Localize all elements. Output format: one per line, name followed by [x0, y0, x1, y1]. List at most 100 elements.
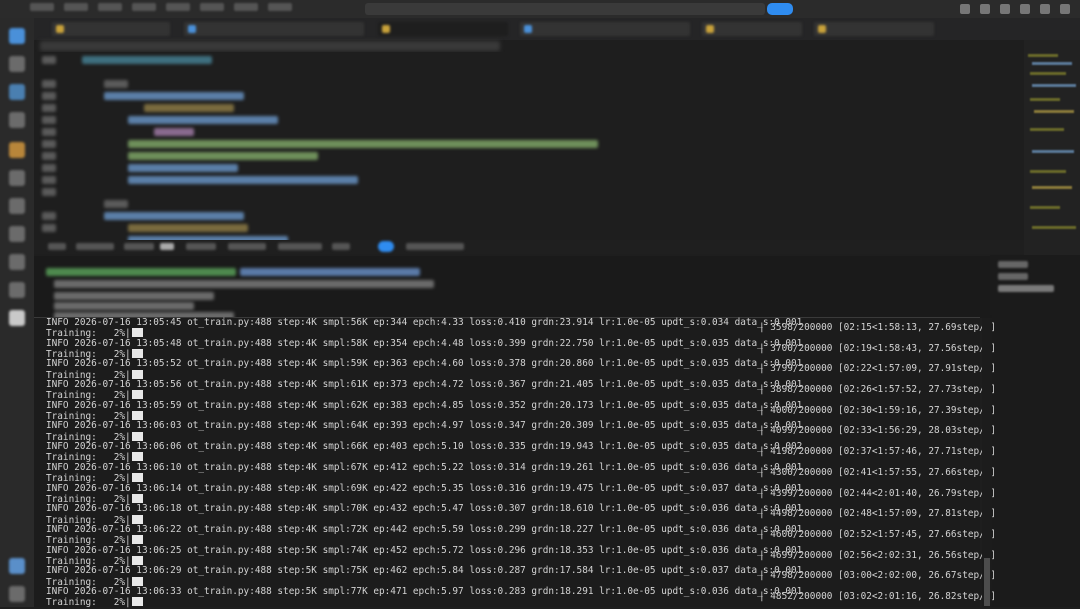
- right-gutter: [992, 315, 1080, 607]
- close-icon[interactable]: [1060, 4, 1070, 14]
- minimap[interactable]: [1024, 40, 1080, 255]
- progress-stats: | 3898/200000 [02:26<1:57:52, 27.73step/…: [759, 384, 997, 396]
- terminal-icon[interactable]: [9, 254, 25, 270]
- log-text: INFO 2026-07-16 13:06:03 ot_train.py:488…: [46, 420, 803, 432]
- menu-item[interactable]: [64, 3, 88, 11]
- progress-stats: | 3598/200000 [02:15<1:58:13, 27.69step/…: [759, 322, 997, 333]
- progress-bar-block: [131, 514, 143, 524]
- log-text: INFO 2026-07-16 13:06:29 ot_train.py:488…: [46, 565, 803, 577]
- log-text: INFO 2026-07-16 13:05:59 ot_train.py:488…: [46, 399, 803, 411]
- grid-icon[interactable]: [9, 282, 25, 298]
- tab-output[interactable]: [76, 243, 114, 250]
- progress-bar-block: [131, 493, 143, 503]
- docker-icon[interactable]: [9, 226, 25, 242]
- log-text: INFO 2026-07-16 13:05:56 ot_train.py:488…: [46, 379, 803, 391]
- testing-icon[interactable]: [9, 198, 25, 214]
- menu-item[interactable]: [30, 3, 54, 11]
- progress-bar-block: [131, 597, 143, 607]
- progress-bar-block: [131, 452, 143, 462]
- progress-bar-block: [131, 411, 143, 421]
- editor-tab[interactable]: [520, 22, 690, 36]
- terminal-list-item-active[interactable]: [998, 285, 1054, 292]
- tab-badge[interactable]: [378, 241, 394, 252]
- source-control-icon[interactable]: [9, 84, 25, 100]
- editor-tab-active[interactable]: [378, 22, 508, 36]
- layout-icon[interactable]: [1000, 4, 1010, 14]
- progress-column: | 3598/200000 [02:15<1:58:13, 27.69step/…: [759, 318, 997, 608]
- log-text: INFO 2026-07-16 13:05:45 ot_train.py:488…: [46, 317, 803, 328]
- breadcrumb[interactable]: [40, 41, 500, 51]
- terminal-scrollbar[interactable]: [982, 318, 992, 607]
- run-debug-icon[interactable]: [9, 112, 25, 128]
- window-controls: [960, 4, 1070, 14]
- log-text: INFO 2026-07-16 13:06:22 ot_train.py:488…: [46, 523, 803, 535]
- editor-tab[interactable]: [52, 22, 170, 36]
- menu-item[interactable]: [268, 3, 292, 11]
- command-search-box[interactable]: [365, 3, 793, 15]
- account-icon[interactable]: [9, 558, 25, 574]
- progress-bar-block: [131, 576, 143, 586]
- progress-bar-block: [131, 555, 143, 565]
- tab-extra[interactable]: [406, 243, 464, 250]
- tab-gitlens[interactable]: [228, 243, 266, 250]
- menu-item[interactable]: [166, 3, 190, 11]
- log-text: INFO 2026-07-16 13:06:06 ot_train.py:488…: [46, 441, 803, 453]
- account-badge[interactable]: [767, 3, 793, 15]
- panel-tab-bar: [34, 240, 1024, 254]
- remote-icon[interactable]: [9, 170, 25, 186]
- progress-stats: | 4099/200000 [02:33<1:56:29, 28.03step/…: [759, 425, 997, 437]
- tab-terminal[interactable]: [160, 243, 174, 250]
- progress-stats: | 4699/200000 [02:56<2:02:31, 26.56step/…: [759, 549, 997, 561]
- progress-stats: | 4198/200000 [02:37<1:57:46, 27.71step/…: [759, 446, 997, 458]
- explorer-icon[interactable]: [9, 28, 25, 44]
- shell-prompt-area[interactable]: [34, 256, 1024, 320]
- editor-tab-bar: [34, 18, 1080, 40]
- tab-debug[interactable]: [124, 243, 154, 250]
- tab-extra[interactable]: [332, 243, 350, 250]
- minimize-icon[interactable]: [1020, 4, 1030, 14]
- editor-tab[interactable]: [702, 22, 802, 36]
- title-bar: [0, 0, 1080, 18]
- progress-stats: | 3799/200000 [02:22<1:57:09, 27.91step/…: [759, 363, 997, 375]
- progress-stats: | 4798/200000 [03:00<2:02:00, 26.67step/…: [759, 570, 997, 582]
- maximize-icon[interactable]: [1040, 4, 1050, 14]
- log-text: INFO 2026-07-16 13:06:25 ot_train.py:488…: [46, 544, 803, 556]
- code-editor[interactable]: [34, 52, 1024, 244]
- layout-icon[interactable]: [960, 4, 970, 14]
- progress-bar-block: [131, 328, 143, 338]
- terminal-list-item[interactable]: [998, 273, 1028, 280]
- scrollbar-thumb[interactable]: [984, 558, 990, 606]
- log-text: INFO 2026-07-16 13:06:14 ot_train.py:488…: [46, 482, 803, 494]
- terminal-list: [990, 255, 1080, 315]
- activity-bar: [0, 18, 34, 607]
- search-icon[interactable]: [9, 56, 25, 72]
- python-icon[interactable]: [9, 310, 25, 326]
- progress-bar-block: [131, 535, 143, 545]
- log-text: INFO 2026-07-16 13:05:48 ot_train.py:488…: [46, 337, 803, 349]
- progress-stats: | 4399/200000 [02:44<2:01:40, 26.79step/…: [759, 487, 997, 499]
- log-text: INFO 2026-07-16 13:06:18 ot_train.py:488…: [46, 503, 803, 515]
- terminal-output[interactable]: INFO 2026-07-16 13:05:45 ot_train.py:488…: [34, 317, 996, 608]
- editor-tab[interactable]: [814, 22, 934, 36]
- progress-stats: | 4498/200000 [02:48<1:57:09, 27.81step/…: [759, 508, 997, 520]
- menu-item[interactable]: [98, 3, 122, 11]
- layout-icon[interactable]: [980, 4, 990, 14]
- progress-bar-block: [131, 369, 143, 379]
- menu-item[interactable]: [234, 3, 258, 11]
- extensions-icon[interactable]: [9, 142, 25, 158]
- tab-problems[interactable]: [48, 243, 66, 250]
- log-text: INFO 2026-07-16 13:06:10 ot_train.py:488…: [46, 461, 803, 473]
- menu-item[interactable]: [132, 3, 156, 11]
- editor-tab[interactable]: [184, 22, 364, 36]
- progress-stats: | 3700/200000 [02:19<1:58:43, 27.56step/…: [759, 342, 997, 354]
- tab-ports[interactable]: [186, 243, 216, 250]
- menu-item[interactable]: [200, 3, 224, 11]
- gear-icon[interactable]: [9, 586, 25, 602]
- terminal-list-item[interactable]: [998, 261, 1028, 268]
- progress-stats: | 4000/200000 [02:30<1:59:16, 27.39step/…: [759, 404, 997, 416]
- progress-bar-block: [131, 390, 143, 400]
- progress-stats: | 4300/200000 [02:41<1:57:55, 27.66step/…: [759, 466, 997, 478]
- log-text: INFO 2026-07-16 13:05:52 ot_train.py:488…: [46, 358, 803, 370]
- tab-comments[interactable]: [278, 243, 322, 250]
- log-text: INFO 2026-07-16 13:06:33 ot_train.py:488…: [46, 585, 803, 597]
